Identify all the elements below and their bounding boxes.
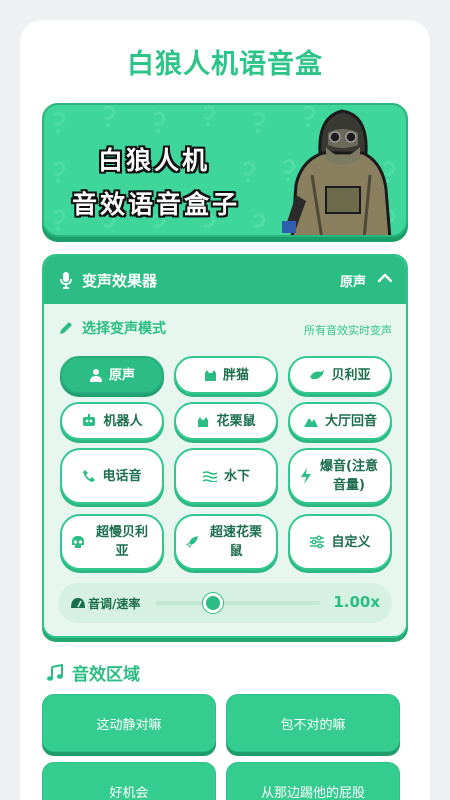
music-note-icon bbox=[47, 663, 63, 681]
squirrel-icon bbox=[198, 417, 209, 427]
sound-button[interactable]: 这动静对嘛 bbox=[42, 694, 216, 752]
app-title: 白狼人机语音盒 bbox=[127, 49, 323, 80]
dolphin-icon bbox=[310, 370, 325, 380]
pencil-icon bbox=[60, 322, 72, 334]
pitch-value: 1.00x bbox=[333, 593, 380, 611]
effect-button-underwater[interactable]: 水下 bbox=[174, 448, 278, 504]
effect-button-label: 水下 bbox=[223, 468, 250, 484]
effects-panel-header[interactable]: 变声效果器 原声 bbox=[44, 256, 406, 304]
pitch-label: 音调/速率 bbox=[88, 597, 141, 611]
water-icon bbox=[202, 471, 218, 482]
chevron-up-icon[interactable] bbox=[378, 272, 392, 284]
sound-button[interactable]: 包不对的嘛 bbox=[226, 694, 400, 752]
mode-hint: 所有音效实时变声 bbox=[304, 324, 392, 337]
microphone-icon bbox=[60, 272, 72, 289]
effect-button-label: 爆音(注意音量) bbox=[320, 459, 378, 493]
effect-button-belial[interactable]: 贝利亚 bbox=[288, 356, 392, 394]
sound-button[interactable]: 从那边踢他的屁股 bbox=[226, 762, 400, 800]
effect-button-label: 胖猫 bbox=[222, 367, 249, 383]
effect-button-phone[interactable]: 电话音 bbox=[60, 448, 164, 504]
effect-button-original[interactable]: 原声 bbox=[60, 356, 164, 394]
soldier-image bbox=[282, 109, 392, 235]
speedometer-icon bbox=[71, 598, 85, 608]
effects-panel-title: 变声效果器 bbox=[82, 271, 158, 290]
effect-button-fat-cat[interactable]: 胖猫 bbox=[174, 356, 278, 394]
sound-section-title: 音效区域 bbox=[72, 665, 140, 685]
effect-button-hall-echo[interactable]: 大厅回音 bbox=[288, 402, 392, 440]
voice-effects-panel: 变声效果器 原声 选择变声模式 所有音效实时变声 原声 胖猫 贝利亚 机器人 花… bbox=[42, 254, 408, 638]
sliders-icon bbox=[310, 535, 325, 549]
banner-title-line2: 音效语音盒子 bbox=[72, 190, 241, 219]
person-icon bbox=[89, 369, 102, 382]
effect-button-label: 贝利亚 bbox=[331, 367, 371, 383]
phone-icon bbox=[83, 470, 96, 482]
cat-icon bbox=[204, 370, 216, 381]
pitch-slider-thumb[interactable] bbox=[203, 593, 224, 613]
mode-label: 选择变声模式 bbox=[82, 321, 166, 337]
effect-button-robot[interactable]: 机器人 bbox=[60, 402, 164, 440]
pitch-slider-track[interactable] bbox=[156, 601, 320, 605]
effect-button-chipmunk[interactable]: 花栗鼠 bbox=[174, 402, 278, 440]
mountain-icon bbox=[303, 418, 318, 427]
effect-button-label: 超速花栗鼠 bbox=[209, 525, 262, 559]
rocket-icon bbox=[186, 536, 198, 548]
skull-icon bbox=[72, 536, 84, 548]
sound-section-header: 音效区域 bbox=[46, 660, 140, 685]
effect-button-super-fast-chipmunk[interactable]: 超速花栗鼠 bbox=[174, 514, 278, 570]
banner: 白狼人机 音效语音盒子 bbox=[42, 103, 408, 237]
effect-button-label: 机器人 bbox=[103, 413, 143, 429]
current-effect-label: 原声 bbox=[339, 274, 366, 290]
robot-icon bbox=[83, 414, 96, 426]
effect-button-label: 电话音 bbox=[102, 468, 142, 484]
pitch-slider-row: 音调/速率 1.00x bbox=[58, 583, 392, 623]
effect-button-label: 大厅回音 bbox=[324, 413, 377, 429]
effect-button-label: 花栗鼠 bbox=[216, 413, 256, 429]
sound-button[interactable]: 好机会 bbox=[42, 762, 216, 800]
lightning-icon bbox=[301, 468, 311, 484]
effect-button-label: 超慢贝利亚 bbox=[95, 525, 148, 559]
effect-button-label: 原声 bbox=[108, 367, 135, 383]
effects-panel-body: 选择变声模式 所有音效实时变声 原声 胖猫 贝利亚 机器人 花栗鼠 大厅回音 电… bbox=[44, 304, 406, 636]
effect-button-super-slow-belial[interactable]: 超慢贝利亚 bbox=[60, 514, 164, 570]
effect-button-label: 自定义 bbox=[331, 534, 371, 550]
effect-button-custom[interactable]: 自定义 bbox=[288, 514, 392, 570]
effect-button-loud[interactable]: 爆音(注意音量) bbox=[288, 448, 392, 504]
mode-row: 选择变声模式 bbox=[58, 318, 166, 338]
banner-title-line1: 白狼人机 bbox=[98, 146, 211, 175]
